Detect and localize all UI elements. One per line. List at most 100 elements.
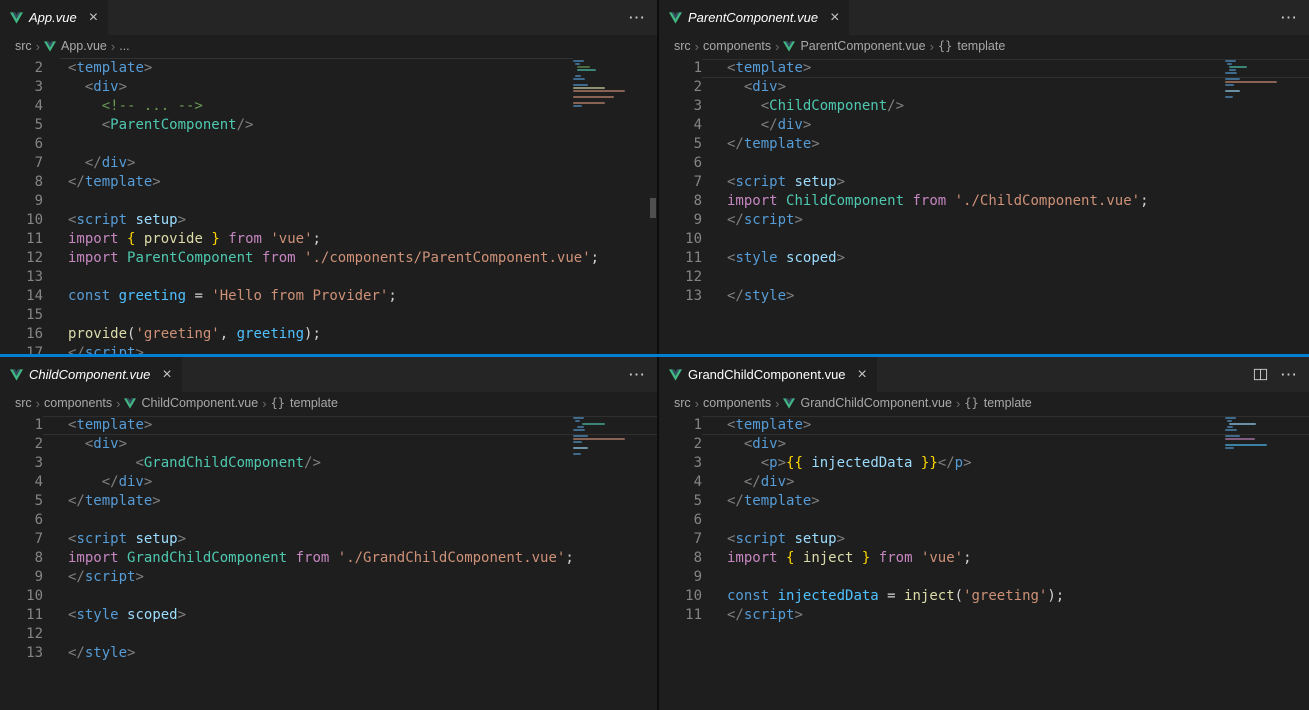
code-line[interactable]: 6 [0,511,657,530]
code-line[interactable]: 4 </div> [0,473,657,492]
code-line[interactable]: 7<script setup> [659,173,1309,192]
line-number[interactable]: 4 [659,116,702,135]
tab-grandchildcomponent-vue[interactable]: GrandChildComponent.vue × [659,357,878,392]
code-line[interactable]: 5</template> [0,492,657,511]
code-line[interactable]: 7 </div> [0,154,657,173]
code-line[interactable]: 10 [659,230,1309,249]
code-line[interactable]: 9 [659,568,1309,587]
line-number[interactable]: 11 [0,606,43,625]
more-actions-icon[interactable]: ⋯ [628,366,645,383]
line-number[interactable]: 2 [0,59,43,78]
code-editor[interactable]: 1<template>2 <div>3 <p>{{ injectedData }… [659,414,1309,710]
line-number[interactable]: 4 [0,473,43,492]
line-number[interactable]: 1 [0,416,43,435]
code-line[interactable]: 2 <div> [0,435,657,454]
breadcrumb-item[interactable]: ParentComponent.vue [783,39,925,53]
line-number[interactable]: 13 [659,287,702,306]
line-number[interactable]: 7 [659,530,702,549]
code-line[interactable]: 11<style scoped> [0,606,657,625]
code-line[interactable]: 5</template> [659,135,1309,154]
line-number[interactable]: 16 [0,325,43,344]
code-line[interactable]: 13 [0,268,657,287]
line-number[interactable]: 9 [0,568,43,587]
editor-group-sash[interactable] [0,354,1309,357]
line-number[interactable]: 3 [0,78,43,97]
close-icon[interactable]: × [830,10,839,26]
line-number[interactable]: 8 [659,549,702,568]
code-line[interactable]: 11import { provide } from 'vue'; [0,230,657,249]
line-number[interactable]: 10 [659,587,702,606]
code-line[interactable]: 4 </div> [659,473,1309,492]
code-line[interactable]: 10const injectedData = inject('greeting'… [659,587,1309,606]
split-editor-icon[interactable] [1253,367,1268,382]
minimap[interactable] [1225,417,1279,450]
line-number[interactable]: 15 [0,306,43,325]
code-line[interactable]: 5</template> [659,492,1309,511]
code-line[interactable]: 5 <ParentComponent/> [0,116,657,135]
line-number[interactable]: 13 [0,644,43,663]
code-line[interactable]: 3 <ChildComponent/> [659,97,1309,116]
line-number[interactable]: 5 [659,492,702,511]
line-number[interactable]: 10 [0,587,43,606]
close-icon[interactable]: × [89,10,98,26]
line-number[interactable]: 3 [0,454,43,473]
code-line[interactable]: 8</template> [0,173,657,192]
line-number[interactable]: 3 [659,454,702,473]
code-line[interactable]: 6 [659,154,1309,173]
breadcrumb-item[interactable]: components [703,396,771,410]
line-number[interactable]: 7 [0,530,43,549]
code-line[interactable]: 6 [0,135,657,154]
breadcrumb-item[interactable]: src [15,39,32,53]
breadcrumb-item[interactable]: ChildComponent.vue [124,396,258,410]
code-line[interactable]: 1<template> [659,59,1309,78]
more-actions-icon[interactable]: ⋯ [1280,366,1297,383]
line-number[interactable]: 14 [0,287,43,306]
breadcrumb-item[interactable]: src [674,39,691,53]
code-line[interactable]: 15 [0,306,657,325]
tab-parentcomponent-vue[interactable]: ParentComponent.vue × [659,0,850,35]
code-line[interactable]: 8import GrandChildComponent from './Gran… [0,549,657,568]
code-line[interactable]: 3 <div> [0,78,657,97]
code-line[interactable]: 12 [659,268,1309,287]
close-icon[interactable]: × [858,367,867,383]
line-number[interactable]: 6 [0,135,43,154]
code-line[interactable]: 11<style scoped> [659,249,1309,268]
code-line[interactable]: 9 [0,192,657,211]
breadcrumb-item[interactable]: src [674,396,691,410]
code-line[interactable]: 9</script> [0,568,657,587]
code-line[interactable]: 10<script setup> [0,211,657,230]
code-line[interactable]: 2<template> [0,59,657,78]
line-number[interactable]: 7 [0,154,43,173]
line-number[interactable]: 2 [0,435,43,454]
breadcrumb-item[interactable]: {}template [271,396,338,410]
minimap[interactable] [1225,60,1279,99]
line-number[interactable]: 9 [659,211,702,230]
more-actions-icon[interactable]: ⋯ [628,9,645,26]
breadcrumb-item[interactable]: components [44,396,112,410]
line-number[interactable]: 11 [659,606,702,625]
line-number[interactable]: 7 [659,173,702,192]
line-number[interactable]: 5 [659,135,702,154]
line-number[interactable]: 6 [659,511,702,530]
code-line[interactable]: 1<template> [659,416,1309,435]
line-number[interactable]: 12 [0,249,43,268]
code-line[interactable]: 7<script setup> [0,530,657,549]
line-number[interactable]: 3 [659,97,702,116]
line-number[interactable]: 1 [659,59,702,78]
breadcrumb-item[interactable]: {}template [938,39,1005,53]
code-line[interactable]: 13</style> [0,644,657,663]
code-editor[interactable]: 1<template>2 <div>3 <ChildComponent/>4 <… [659,57,1309,354]
code-line[interactable]: 8import ChildComponent from './ChildComp… [659,192,1309,211]
code-line[interactable]: 8import { inject } from 'vue'; [659,549,1309,568]
code-line[interactable]: 7<script setup> [659,530,1309,549]
line-number[interactable]: 8 [0,173,43,192]
code-line[interactable]: 10 [0,587,657,606]
code-line[interactable]: 13</style> [659,287,1309,306]
line-number[interactable]: 8 [0,549,43,568]
vertical-scrollbar[interactable] [650,198,656,218]
line-number[interactable]: 6 [659,154,702,173]
code-editor[interactable]: 1<template>2 <div>3 <GrandChildComponent… [0,414,657,710]
line-number[interactable]: 11 [659,249,702,268]
line-number[interactable]: 6 [0,511,43,530]
line-number[interactable]: 8 [659,192,702,211]
